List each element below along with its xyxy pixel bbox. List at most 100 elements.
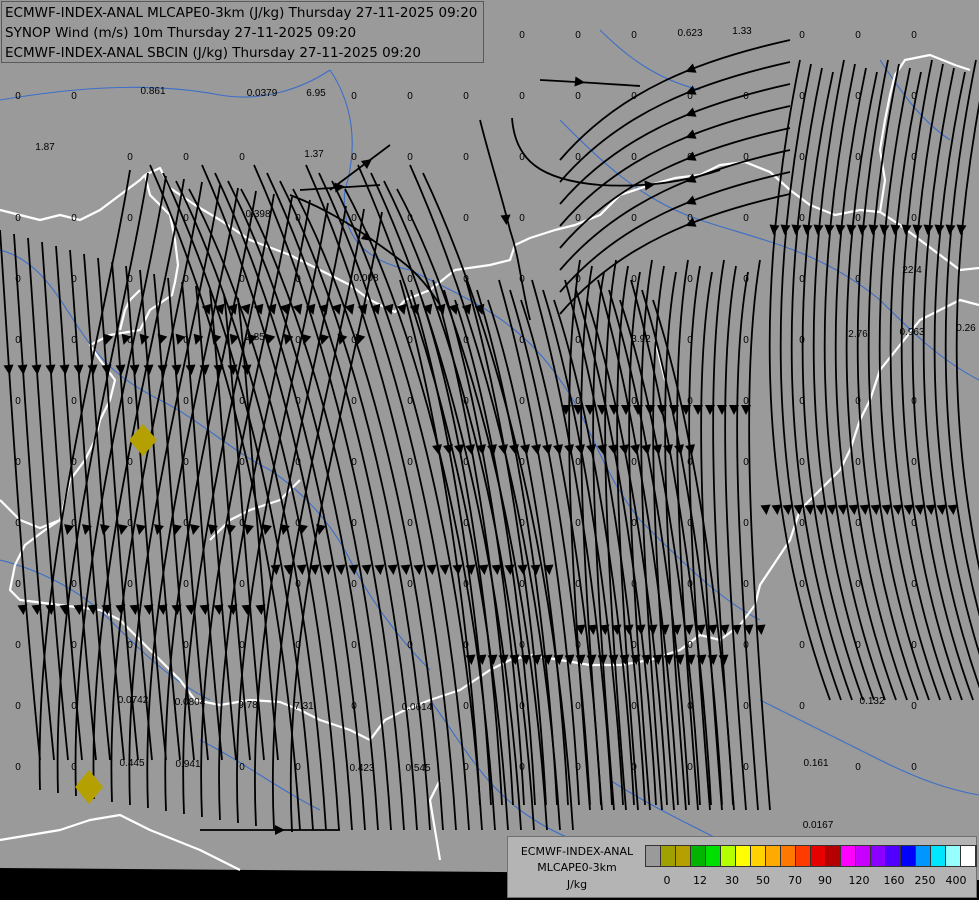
legend-swatch xyxy=(796,846,811,866)
value-label: 0 xyxy=(743,762,749,773)
value-label: 0 xyxy=(687,762,693,773)
value-label: 0 xyxy=(575,579,581,590)
value-label: 0 xyxy=(519,335,525,346)
value-label: 0 xyxy=(183,152,189,163)
value-label: 0 xyxy=(575,213,581,224)
value-label: 0 xyxy=(239,762,245,773)
value-label: 0 xyxy=(351,152,357,163)
value-label: 0 xyxy=(519,396,525,407)
value-label: 0 xyxy=(15,701,21,712)
value-label: 0 xyxy=(631,91,637,102)
value-label: 0 xyxy=(71,335,77,346)
weather-map[interactable]: 0.623 1.33 0.861 0.0379 6.95 1.87 1.37 0.398 0.0… xyxy=(0,0,979,900)
value-label: 0 xyxy=(687,640,693,651)
legend-swatch xyxy=(766,846,781,866)
value-label: 0 xyxy=(743,335,749,346)
value-label: 0 xyxy=(463,640,469,651)
value-label: 0 xyxy=(575,274,581,285)
legend-swatch xyxy=(856,846,871,866)
value-label: 0 xyxy=(351,701,357,712)
value-label: 0 xyxy=(463,152,469,163)
value-label: 0 xyxy=(575,701,581,712)
legend-tick-label: 400 xyxy=(945,874,967,887)
value-label: 0.0742 xyxy=(118,695,149,706)
value-label: 0 xyxy=(687,518,693,529)
value-label: 0 xyxy=(687,701,693,712)
value-label: 1.37 xyxy=(304,149,324,160)
value-label: 0 xyxy=(463,91,469,102)
value-label: 0 xyxy=(463,457,469,468)
value-label: 0 xyxy=(71,213,77,224)
value-label: 0 xyxy=(743,457,749,468)
value-label: 0 xyxy=(631,640,637,651)
value-label: 0 xyxy=(183,579,189,590)
value-label: 0 xyxy=(463,274,469,285)
value-label: 0 xyxy=(855,274,861,285)
legend-tick-label: 90 xyxy=(818,874,832,887)
value-label: 0 xyxy=(799,579,805,590)
value-label: 0 xyxy=(127,335,133,346)
value-label: 0 xyxy=(15,640,21,651)
value-label: 0 xyxy=(687,579,693,590)
legend-swatch xyxy=(901,846,916,866)
legend-swatch xyxy=(946,846,961,866)
value-label: 0 xyxy=(239,457,245,468)
value-label: 0.132 xyxy=(859,696,884,707)
value-label: 0 xyxy=(295,335,301,346)
value-label: 0 xyxy=(911,640,917,651)
legend-ticks: 0 12 30 50 70 90 120 160 250 400 xyxy=(645,874,975,888)
legend-swatch xyxy=(961,846,976,866)
value-label: 0 xyxy=(799,640,805,651)
value-label: 0 xyxy=(183,213,189,224)
value-label: 0 xyxy=(855,579,861,590)
value-label: 0 xyxy=(519,30,525,41)
value-label: 0 xyxy=(911,91,917,102)
value-label: 0 xyxy=(183,518,189,529)
value-label: 0 xyxy=(743,701,749,712)
value-label: 0 xyxy=(71,396,77,407)
value-label: 0 xyxy=(799,457,805,468)
value-label: 0 xyxy=(239,396,245,407)
value-label: 0 xyxy=(127,640,133,651)
value-label: 0 xyxy=(575,457,581,468)
value-label: 0 xyxy=(631,30,637,41)
value-label: 0 xyxy=(575,762,581,773)
value-label: 0 xyxy=(183,335,189,346)
value-label: 0 xyxy=(631,518,637,529)
value-label: 0.26 xyxy=(956,323,976,334)
legend-unit: J/kg xyxy=(566,878,588,891)
value-label: 0 xyxy=(407,579,413,590)
value-label: 0 xyxy=(631,396,637,407)
value-label: 0.963 xyxy=(899,327,924,338)
value-label: 0 xyxy=(295,396,301,407)
value-label: 0 xyxy=(519,762,525,773)
value-label: 0 xyxy=(631,457,637,468)
value-label: 0 xyxy=(295,579,301,590)
legend-swatch xyxy=(916,846,931,866)
map-header: ECMWF-INDEX-ANAL MLCAPE0-3km (J/kg) Thur… xyxy=(1,1,484,63)
value-label: 0 xyxy=(911,213,917,224)
legend-swatch xyxy=(706,846,721,866)
value-label: 1.87 xyxy=(35,142,55,153)
value-label: 0 xyxy=(351,518,357,529)
value-label: 3.92 xyxy=(631,334,651,345)
value-label: 0 xyxy=(911,579,917,590)
value-label: 0 xyxy=(239,518,245,529)
legend-tick-label: 250 xyxy=(914,874,936,887)
value-label: 0 xyxy=(743,274,749,285)
value-label: 2.85 xyxy=(245,332,265,343)
value-label: 0.0379 xyxy=(247,88,278,99)
value-label: 0 xyxy=(183,640,189,651)
legend-swatch xyxy=(661,846,676,866)
value-label: 0 xyxy=(351,457,357,468)
value-label: 7.31 xyxy=(294,701,314,712)
value-label: 0 xyxy=(631,213,637,224)
value-label: 0.545 xyxy=(405,763,430,774)
legend-swatch xyxy=(871,846,886,866)
value-label: 0 xyxy=(463,579,469,590)
value-label: 0 xyxy=(743,640,749,651)
value-label: 0 xyxy=(15,91,21,102)
header-line-2: SYNOP Wind (m/s) 10m Thursday 27-11-2025… xyxy=(5,25,357,41)
value-label: 0 xyxy=(15,579,21,590)
value-label: 0 xyxy=(71,274,77,285)
